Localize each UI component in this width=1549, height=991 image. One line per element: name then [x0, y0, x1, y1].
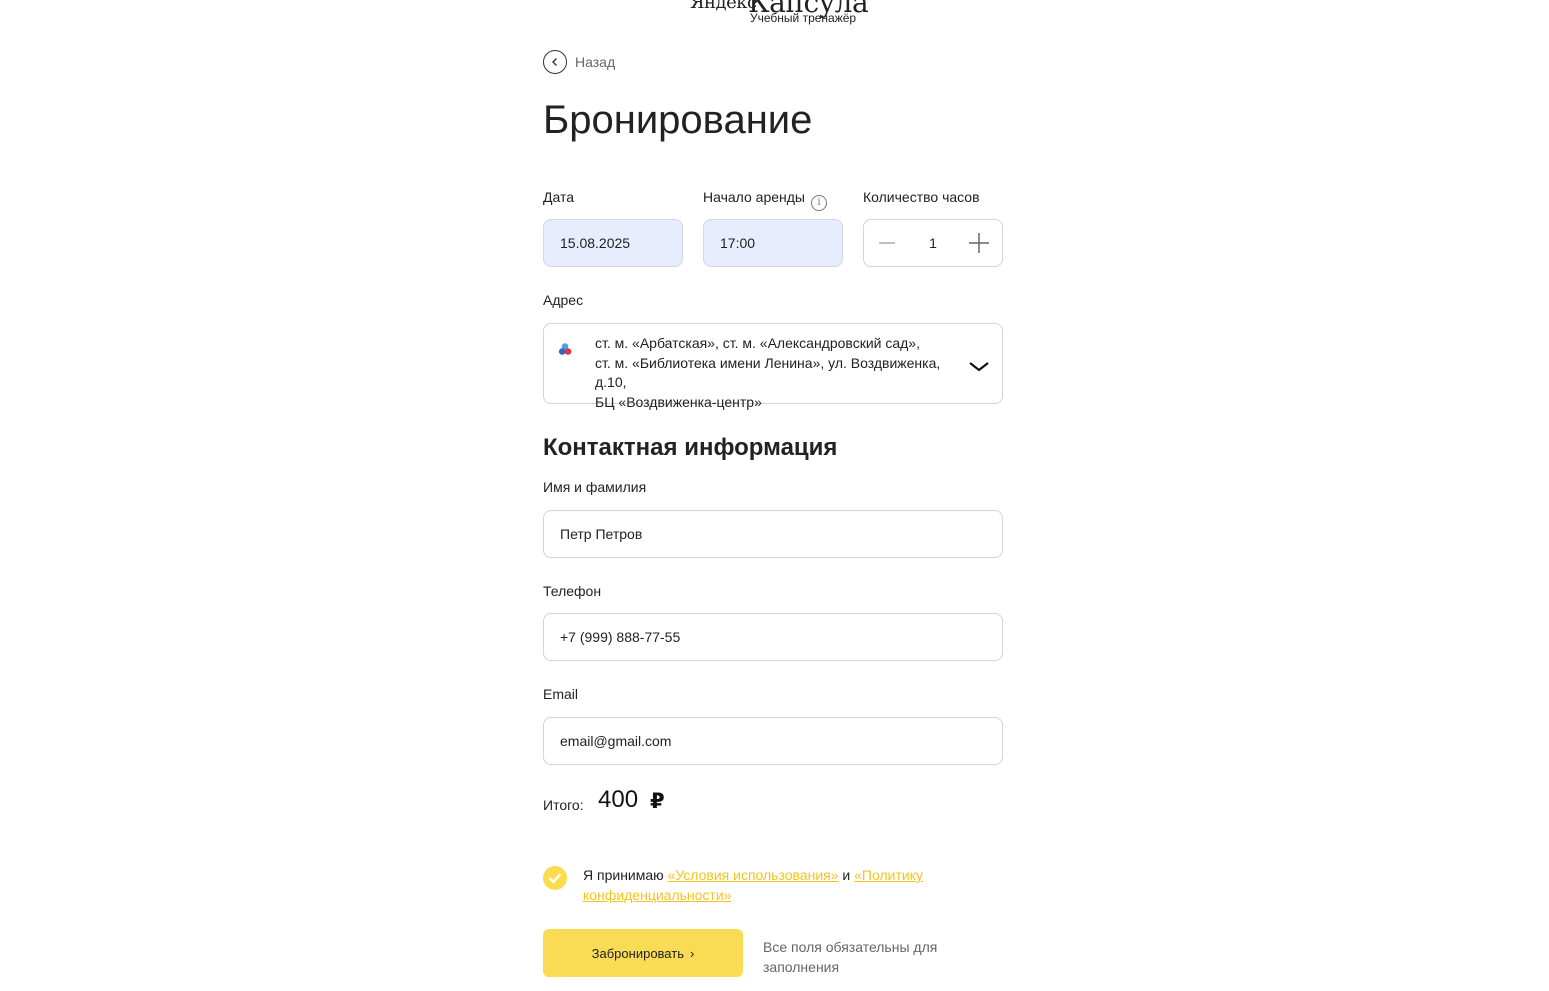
back-label: Назад	[575, 54, 616, 70]
chevron-right-icon: ›	[689, 945, 695, 961]
app-logo: Яндекс Капсула Учебный тренажёр	[690, 0, 890, 26]
address-line: БЦ «Воздвиженка-центр»	[595, 393, 762, 410]
chevron-left-icon	[543, 50, 567, 74]
hours-label: Количество часов	[863, 189, 980, 205]
address-value: ст. м. «Арбатская», ст. м. «Александровс…	[595, 334, 975, 412]
start-time-field[interactable]: 17:00	[703, 219, 843, 267]
start-time-label: Начало аренды i	[703, 189, 827, 211]
consent-middle: и	[838, 867, 855, 883]
logo-brand-small: Яндекс	[690, 0, 757, 13]
info-icon[interactable]: i	[811, 194, 827, 211]
phone-field[interactable]: +7 (999) 888-77-55	[543, 613, 1003, 661]
hours-value: 1	[929, 235, 937, 251]
address-label: Адрес	[543, 292, 584, 308]
email-field[interactable]: email@gmail.com	[543, 717, 1003, 765]
total-value: 400	[598, 786, 639, 813]
name-label: Имя и фамилия	[543, 479, 647, 495]
plus-icon[interactable]	[968, 232, 990, 254]
consent-text: Я принимаю «Условия использования» и «По…	[583, 866, 943, 905]
consent-prefix: Я принимаю	[583, 867, 668, 883]
address-line: ст. м. «Арбатская», ст. м. «Александровс…	[595, 335, 920, 351]
required-note: Все поля обязательны для заполнения	[763, 939, 938, 975]
contact-section-title: Контактная информация	[543, 434, 838, 461]
date-label: Дата	[543, 189, 575, 205]
address-line: ст. м. «Библиотека имени Ленина», ул. Во…	[595, 354, 941, 391]
back-button[interactable]: Назад	[543, 50, 615, 74]
hours-stepper: 1	[863, 219, 1003, 267]
phone-label: Телефон	[543, 583, 602, 599]
date-field[interactable]: 15.08.2025	[543, 219, 683, 267]
total-label: Итого:	[543, 797, 584, 813]
chevron-down-icon	[968, 360, 990, 374]
consent-checkbox[interactable]	[543, 866, 567, 890]
email-label: Email	[543, 686, 579, 702]
terms-link[interactable]: «Условия использования»	[668, 867, 839, 883]
logo-subtitle: Учебный тренажёр	[750, 11, 857, 25]
page-title: Бронирование	[543, 98, 813, 142]
name-field[interactable]: Петр Петров	[543, 510, 1003, 558]
total-currency: ₽	[650, 790, 665, 813]
address-select[interactable]: ст. м. «Арбатская», ст. м. «Александровс…	[543, 323, 1003, 410]
minus-icon[interactable]	[876, 232, 898, 254]
book-button-label: Забронировать	[591, 945, 684, 961]
check-icon	[548, 873, 562, 884]
metro-icon	[558, 342, 574, 358]
book-button[interactable]: Забронировать ›	[543, 929, 743, 977]
start-time-label-text: Начало аренды	[703, 189, 805, 205]
